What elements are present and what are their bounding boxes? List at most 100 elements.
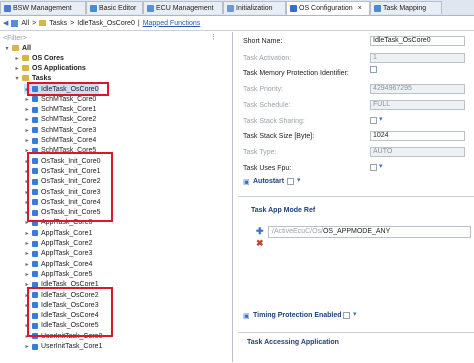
collapsed-arrow-icon[interactable]: ▸	[24, 261, 30, 268]
ecu-management-icon	[147, 4, 154, 12]
uses-fpu-checkbox[interactable]	[370, 164, 377, 171]
tree-node-label: SchMTask_Core2	[41, 116, 97, 124]
tree-node-label: SchMTask_Core1	[41, 106, 97, 114]
collapsed-arrow-icon[interactable]: ▸	[24, 137, 30, 144]
tree-node-label: ApplTask_Core3	[41, 250, 93, 258]
tree-node-task[interactable]: ▸ ApplTask_Core1	[24, 228, 92, 238]
access-section	[238, 332, 474, 363]
stack-size-input[interactable]: 1024	[370, 131, 465, 141]
tab-basic-editor[interactable]: Basic Editor	[86, 1, 143, 14]
collapse-icon[interactable]: ▣	[243, 178, 250, 186]
tree-node-task[interactable]: ▸ ApplTask_Core5	[24, 269, 92, 279]
folder-icon	[22, 75, 29, 81]
folder-icon	[39, 20, 47, 26]
tab-initialization[interactable]: Initialization	[223, 1, 286, 14]
tree-node-label: ApplTask_Core2	[41, 240, 93, 247]
task-type-label: Task Type:	[243, 149, 277, 156]
tab-label: OS Configuration	[299, 5, 353, 12]
chevron-down-icon[interactable]: ▾	[379, 115, 383, 123]
collapsed-arrow-icon[interactable]: ▸	[14, 55, 20, 62]
collapsed-arrow-icon[interactable]: ▸	[24, 343, 30, 350]
tree-node-task[interactable]: ▸ ApplTask_Core4	[24, 259, 92, 269]
tree-node-task[interactable]: ▸ SchMTask_Core3	[24, 125, 96, 135]
add-icon[interactable]: ✚	[256, 226, 264, 237]
tree-node-os-cores[interactable]: ▸ OS Cores	[14, 53, 63, 63]
task-type-select[interactable]: AUTO	[370, 147, 465, 157]
collapsed-arrow-icon[interactable]: ▸	[24, 240, 30, 247]
expanded-arrow-icon[interactable]: ▾	[4, 45, 10, 52]
autostart-checkbox[interactable]	[287, 178, 294, 185]
collapsed-arrow-icon[interactable]: ▸	[24, 271, 30, 278]
task-activation-input[interactable]: 1	[370, 53, 465, 63]
back-arrow-icon[interactable]: ◀	[3, 19, 8, 27]
chevron-down-icon[interactable]: ▾	[297, 176, 301, 184]
tree-node-label: SchMTask_Core0	[41, 95, 97, 103]
tab-label: Basic Editor	[99, 4, 137, 12]
stack-size-label: Task Stack Size [Byte]:	[243, 133, 315, 140]
collapsed-arrow-icon[interactable]: ▸	[24, 250, 30, 257]
tree-node-label: UserInitTask_Core1	[41, 343, 103, 350]
tree-node-os-applications[interactable]: ▸ OS Applications	[14, 63, 85, 73]
collapsed-arrow-icon[interactable]: ▸	[24, 230, 30, 237]
close-icon[interactable]: ×	[358, 5, 362, 12]
timing-protection-label: Timing Protection Enabled	[253, 312, 342, 319]
tree-node-label: Tasks	[32, 74, 52, 82]
collapsed-arrow-icon[interactable]: ▸	[24, 127, 30, 134]
timing-protection-checkbox[interactable]	[343, 312, 350, 319]
tab-bsw-management[interactable]: BSW Management	[0, 1, 86, 14]
tree-node-label: ApplTask_Core1	[41, 229, 93, 237]
folder-icon	[12, 45, 19, 51]
short-name-input[interactable]: IdleTask_OsCore0	[370, 36, 465, 46]
mapped-functions-link[interactable]: Mapped Functions	[143, 20, 201, 27]
tree-node-task[interactable]: ▸ SchMTask_Core1	[24, 105, 96, 115]
app-mode-item[interactable]: /ActiveEcuC/Os/OS_APPMODE_ANY	[272, 228, 390, 235]
collapsed-arrow-icon[interactable]: ▸	[14, 65, 20, 72]
tree-node-task[interactable]: ▸ UserInitTask_Core1	[24, 342, 102, 352]
expand-icon[interactable]: ▣	[243, 312, 250, 320]
chevron-down-icon[interactable]: ▾	[379, 162, 383, 170]
collapsed-arrow-icon[interactable]: ▸	[24, 96, 30, 103]
stack-sharing-checkbox[interactable]	[370, 117, 377, 124]
home-icon	[11, 19, 19, 27]
stack-sharing-label: Task Stack Sharing:	[243, 118, 305, 125]
breadcrumb-item-all[interactable]: All	[21, 20, 29, 27]
autostart-label: Autostart	[253, 178, 285, 185]
breadcrumb-item-tasks[interactable]: Tasks	[49, 20, 67, 27]
collapsed-arrow-icon[interactable]: ▸	[24, 116, 30, 123]
highlight-os-init-tasks	[27, 152, 113, 222]
app-mode-title: Task App Mode Ref	[251, 207, 316, 214]
task-mapping-icon	[374, 4, 381, 12]
task-icon	[32, 250, 38, 257]
basic-editor-icon	[90, 4, 97, 12]
tab-task-mapping[interactable]: Task Mapping	[370, 1, 442, 14]
task-icon	[32, 127, 38, 134]
expanded-arrow-icon[interactable]: ▾	[14, 75, 20, 82]
initialization-icon	[227, 4, 234, 12]
highlight-idle-tasks	[27, 287, 113, 337]
schedule-select[interactable]: FULL	[370, 100, 465, 110]
mem-prot-link-icon[interactable]	[370, 66, 377, 73]
task-icon	[32, 96, 38, 103]
task-icon	[32, 271, 38, 278]
tree-node-task[interactable]: ▸ ApplTask_Core2	[24, 239, 92, 249]
breadcrumb-item-current[interactable]: IdleTask_OsCore0	[77, 20, 135, 27]
tree-node-task[interactable]: ▸ SchMTask_Core2	[24, 115, 96, 125]
tree-node-task[interactable]: ▸ SchMTask_Core4	[24, 136, 96, 146]
collapsed-arrow-icon[interactable]: ▸	[24, 106, 30, 113]
tab-label: ECU Management	[156, 4, 214, 12]
separator-icon: >	[32, 19, 37, 27]
tab-label: Task Mapping	[383, 4, 427, 12]
tree-node-all[interactable]: ▾ All	[4, 43, 31, 53]
filter-options-icon[interactable]: ⋮	[210, 33, 217, 41]
tab-os-configuration[interactable]: OS Configuration ×	[286, 1, 370, 15]
task-icon	[32, 240, 38, 247]
delete-icon[interactable]: ✖	[256, 238, 264, 249]
priority-input[interactable]: 4294967295	[370, 84, 465, 94]
task-icon	[32, 116, 38, 123]
tree-filter-input[interactable]: <Filter>	[3, 33, 27, 43]
tree-node-label: All	[22, 44, 31, 52]
tab-ecu-management[interactable]: ECU Management	[143, 1, 223, 14]
schedule-label: Task Schedule:	[243, 102, 291, 109]
chevron-down-icon[interactable]: ▾	[353, 310, 357, 318]
tree-node-task[interactable]: ▸ ApplTask_Core3	[24, 249, 92, 259]
